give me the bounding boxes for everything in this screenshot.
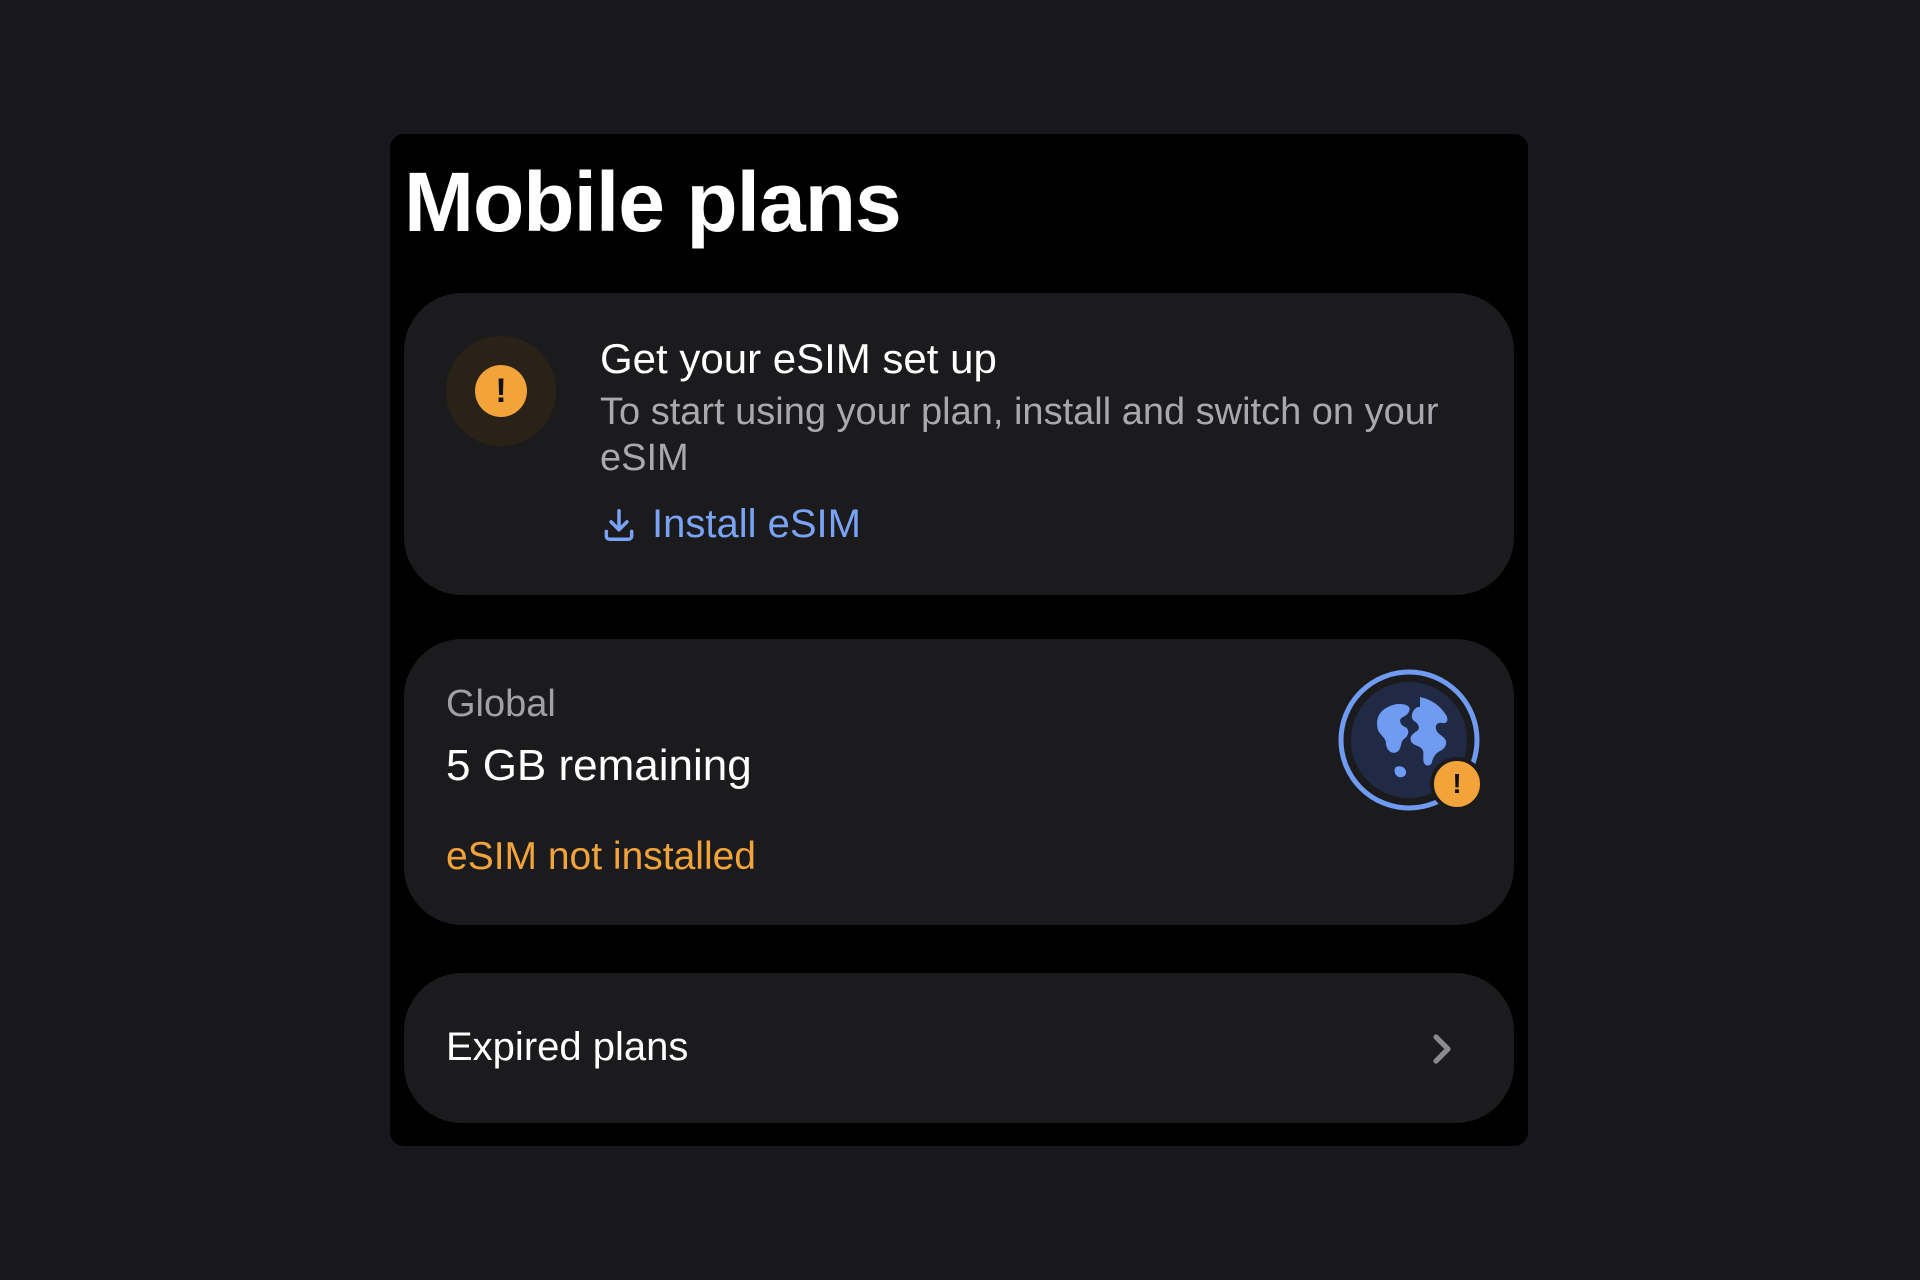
warning-icon: !: [475, 365, 527, 417]
expired-plans-row[interactable]: Expired plans: [404, 973, 1514, 1123]
page-title: Mobile plans: [404, 155, 902, 249]
esim-setup-description: To start using your plan, install and sw…: [600, 391, 1439, 479]
download-icon: [600, 506, 638, 544]
install-esim-label: Install eSIM: [652, 502, 861, 546]
esim-setup-title: Get your eSIM set up: [600, 335, 997, 382]
plan-name: Global: [446, 683, 556, 725]
chevron-right-icon: [1426, 1029, 1458, 1069]
warning-badge-icon: !: [1430, 757, 1484, 811]
install-esim-button[interactable]: Install eSIM: [600, 502, 861, 547]
warning-icon-container: !: [446, 336, 556, 446]
global-plan-card[interactable]: Global 5 GB remaining eSIM not installed…: [404, 639, 1514, 925]
mobile-plans-screen: Mobile plans ! Get your eSIM set up To s…: [390, 134, 1528, 1146]
esim-setup-card: ! Get your eSIM set up To start using yo…: [404, 293, 1514, 595]
expired-plans-label: Expired plans: [446, 1025, 689, 1069]
esim-status: eSIM not installed: [446, 835, 757, 878]
data-remaining: 5 GB remaining: [446, 741, 752, 790]
globe-icon: !: [1336, 667, 1484, 813]
